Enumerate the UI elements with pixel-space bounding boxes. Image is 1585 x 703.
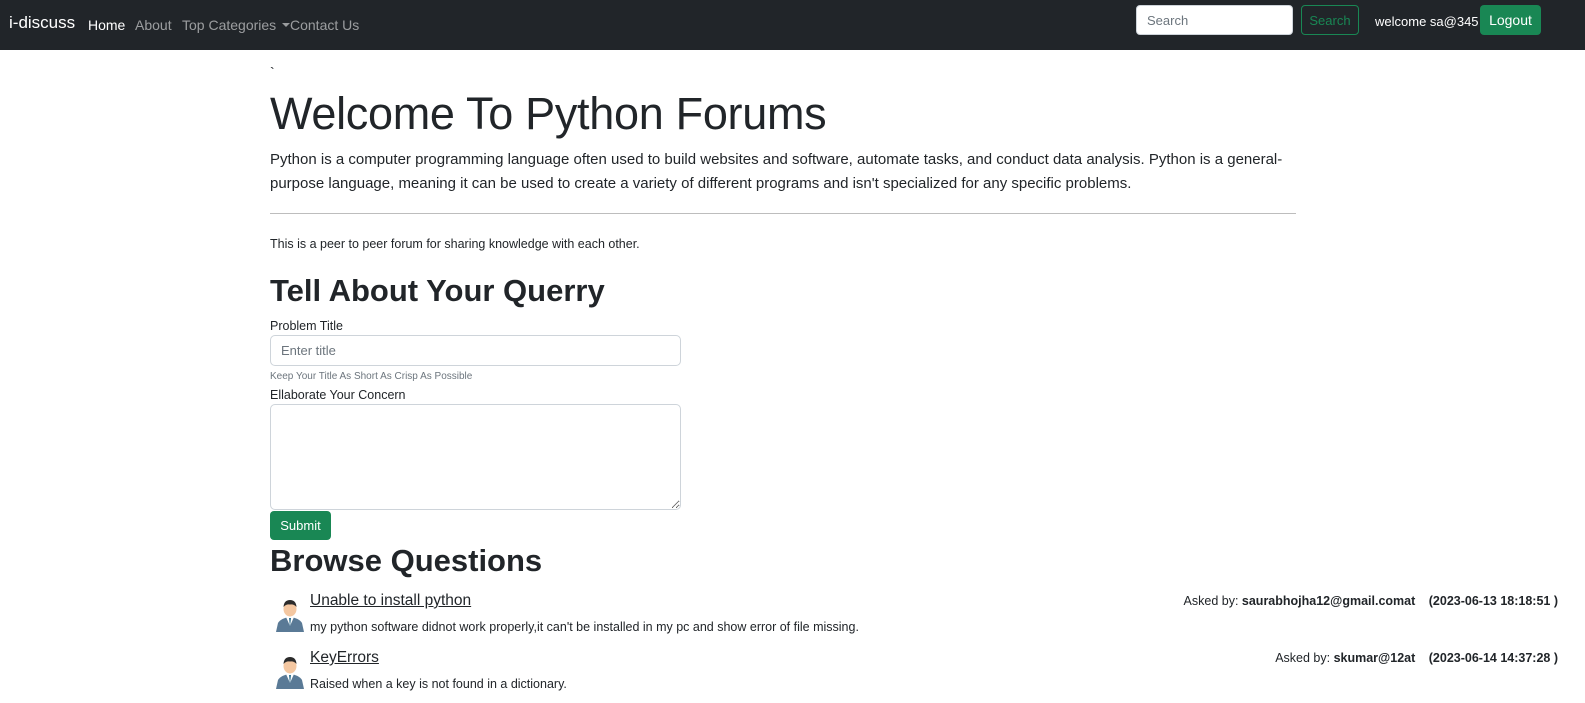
logout-button[interactable]: Logout: [1480, 5, 1541, 35]
query-form-heading: Tell About Your Querry: [270, 273, 605, 308]
question-meta: Asked by: saurabhojha12@gmail.comat (202…: [1184, 594, 1558, 608]
question-title-link[interactable]: Unable to install python: [310, 592, 471, 610]
nav-link-contact-us[interactable]: Contact Us: [290, 17, 359, 33]
nav-link-top-categories[interactable]: Top Categories: [182, 17, 291, 33]
user-avatar-icon: [276, 657, 304, 689]
question-author: skumar@12at: [1333, 651, 1416, 665]
user-avatar-icon: [276, 600, 304, 632]
top-categories-label: Top Categories: [182, 17, 277, 33]
question-date: (2023-06-13 18:18:51 ): [1428, 594, 1558, 608]
search-input[interactable]: [1136, 5, 1293, 35]
question-item: Unable to install python my python softw…: [270, 592, 1560, 642]
problem-title-input[interactable]: [270, 335, 681, 366]
stray-backtick: `: [270, 64, 275, 80]
browse-questions-heading: Browse Questions: [270, 543, 543, 578]
question-date: (2023-06-14 14:37:28 ): [1428, 651, 1558, 665]
page-title: Welcome To Python Forums: [270, 88, 827, 139]
nav-link-about[interactable]: About: [135, 17, 172, 33]
asked-by-label: Asked by:: [1275, 651, 1331, 665]
welcome-user-text: welcome sa@345: [1375, 14, 1479, 29]
navbar: i-discuss Home About Top Categories Cont…: [0, 0, 1585, 50]
question-author: saurabhojha12@gmail.comat: [1241, 594, 1416, 608]
category-description: Python is a computer programming languag…: [270, 151, 1283, 192]
question-title-link[interactable]: KeyErrors: [310, 649, 379, 667]
navbar-brand[interactable]: i-discuss: [9, 13, 75, 33]
question-item: KeyErrors Raised when a key is not found…: [270, 649, 1560, 699]
submit-button[interactable]: Submit: [270, 511, 331, 540]
problem-title-label: Problem Title: [270, 319, 343, 333]
concern-label: Ellaborate Your Concern: [270, 388, 406, 402]
chevron-down-icon: [282, 23, 291, 27]
nav-link-home[interactable]: Home: [88, 17, 125, 33]
problem-title-help: Keep Your Title As Short As Crisp As Pos…: [270, 371, 473, 382]
question-meta: Asked by: skumar@12at (2023-06-14 14:37:…: [1275, 651, 1558, 665]
asked-by-label: Asked by:: [1183, 594, 1239, 608]
concern-textarea[interactable]: [270, 404, 681, 510]
question-description: Raised when a key is not found in a dict…: [310, 677, 567, 691]
divider: [270, 213, 1296, 214]
search-button[interactable]: Search: [1301, 5, 1359, 35]
forum-note: This is a peer to peer forum for sharing…: [270, 237, 640, 251]
question-description: my python software didnot work properly,…: [310, 620, 859, 634]
